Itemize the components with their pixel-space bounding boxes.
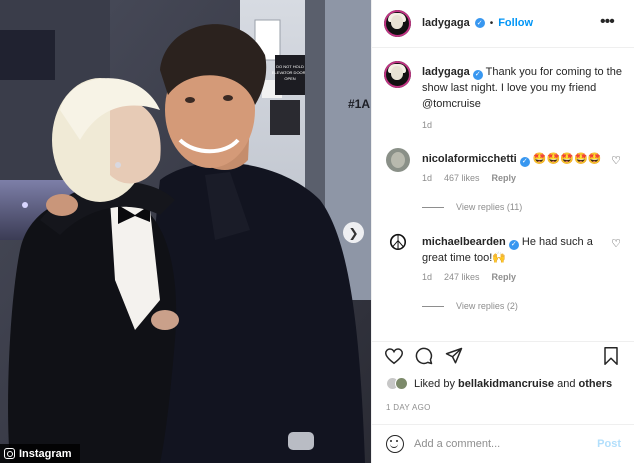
heart-icon[interactable]: ♡ [611,237,621,250]
door-sign-line-3: OPEN [284,76,295,81]
verified-badge-icon: ✓ [508,240,519,250]
more-horizontal-icon[interactable]: ••• [600,13,615,31]
liked-by-user[interactable]: bellakidmancruise [458,378,554,390]
liked-by-prefix: Liked by [414,377,455,390]
comment-username[interactable]: nicolaformicchetti [422,153,517,165]
add-comment-input[interactable] [414,438,584,450]
view-replies-label[interactable]: View replies (11) [456,202,522,212]
comment-icon[interactable] [414,346,434,366]
action-bar [372,341,634,369]
comment-age: 1d [422,272,433,282]
reply-button[interactable]: Reply [492,173,517,183]
replies-divider [422,305,444,307]
photo-illustration: DO NOT HOLD ELEVATOR DOORS OPEN #1A [0,0,371,463]
watermark-label: Instagram [19,447,72,460]
post-comment-button[interactable]: Post [597,438,621,450]
peace-sign-avatar-icon[interactable]: ☮ [386,231,410,255]
heart-icon[interactable]: ♡ [611,154,621,167]
caption-username[interactable]: ladygaga [422,66,470,78]
verified-badge-icon: ✓ [474,18,485,28]
liked-by-row[interactable]: Liked by bellakidmancruise and others [386,377,612,390]
liked-by-others[interactable]: others [579,378,613,390]
comment-username[interactable]: michaelbearden [422,236,506,248]
view-replies-button[interactable]: View replies (2) [422,301,518,311]
door-sign-line-2: ELEVATOR DOORS [272,70,309,75]
instagram-logo-icon [4,448,15,459]
header-separator: • [489,17,494,29]
add-comment-bar: Post [372,424,634,463]
replies-divider [422,206,444,208]
caption-age: 1d [422,120,433,130]
liker-avatar [395,377,408,390]
send-icon[interactable] [444,346,464,366]
elevator-number: #1A [348,97,370,111]
reply-button[interactable]: Reply [492,272,517,282]
door-sign-line-1: DO NOT HOLD [276,64,304,69]
instagram-post: DO NOT HOLD ELEVATOR DOORS OPEN #1A ❯ In… [0,0,634,463]
comment-likes[interactable]: 467 likes [444,173,480,183]
wristwatch [288,432,314,450]
view-replies-label[interactable]: View replies (2) [456,301,518,311]
post-photo[interactable]: DO NOT HOLD ELEVATOR DOORS OPEN #1A ❯ In… [0,0,371,463]
author-username[interactable]: ladygaga [422,17,470,29]
door-sign [275,55,305,95]
comment-age: 1d [422,173,433,183]
caption-avatar[interactable] [384,61,411,88]
post-side-panel: ladygaga ✓ • Follow ••• ladygaga ✓ Thank… [371,0,634,463]
commenter-avatar[interactable] [386,148,410,172]
verified-badge-icon: ✓ [519,157,530,167]
comment-text: 🤩🤩🤩🤩🤩 [532,153,602,165]
heart-icon[interactable] [384,346,404,366]
view-replies-button[interactable]: View replies (11) [422,202,522,212]
instagram-watermark: Instagram [0,444,80,463]
smiley-icon[interactable] [386,435,404,453]
comment-likes[interactable]: 247 likes [444,272,480,282]
woman-hand-shoulder [46,194,78,216]
bookmark-icon[interactable] [601,346,621,366]
chevron-right-icon[interactable]: ❯ [343,222,364,243]
follow-button[interactable]: Follow [498,17,533,29]
ceiling-light [22,202,28,208]
author-avatar[interactable] [384,10,411,37]
post-header: ladygaga ✓ • Follow ••• [372,0,634,48]
post-timestamp[interactable]: 1 DAY AGO [386,403,431,412]
woman-hand-chest [151,310,179,330]
verified-badge-icon: ✓ [472,70,483,80]
liked-by-and: and [557,377,576,390]
